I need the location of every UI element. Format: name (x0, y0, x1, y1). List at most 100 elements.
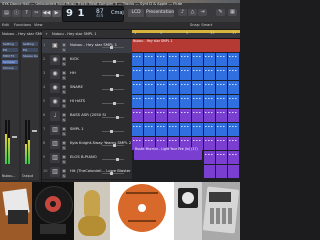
midi-region[interactable] (228, 123, 239, 136)
functions-menu[interactable]: Functions (14, 23, 31, 27)
midi-region[interactable] (204, 151, 215, 164)
eq-slot[interactable]: EQ (2, 48, 18, 52)
regions-canvas[interactable] (132, 53, 240, 182)
midi-region[interactable] (216, 151, 227, 164)
midi-region[interactable] (180, 67, 191, 80)
track-volume-slider[interactable] (102, 60, 124, 63)
region-purple[interactable]: Rustic Murmur - Light Your Fire (In) (17… (134, 147, 202, 160)
rewind-icon[interactable]: ◀◀ (42, 10, 51, 17)
volume-fader[interactable] (32, 130, 37, 132)
track-volume-slider[interactable] (102, 130, 124, 133)
solo-button[interactable]: S (62, 174, 66, 178)
track-volume-knob[interactable] (110, 88, 113, 91)
instrument-slot[interactable]: Sampler (2, 60, 18, 64)
track-volume-knob[interactable] (116, 116, 119, 119)
track-volume-slider[interactable] (102, 144, 124, 147)
solo-button[interactable]: S (62, 132, 66, 136)
midi-region[interactable] (204, 53, 215, 66)
midi-region[interactable] (216, 109, 227, 122)
mute-button[interactable]: M (62, 155, 66, 159)
midi-region[interactable] (216, 67, 227, 80)
presentation-button[interactable]: Presentation (146, 9, 174, 17)
mute-button[interactable]: M (62, 85, 66, 89)
midi-region[interactable] (204, 81, 215, 94)
midi-region[interactable] (144, 95, 155, 108)
bar-ruler[interactable]: 1 5 9 13 17 (132, 30, 240, 39)
solo-button[interactable]: S (62, 76, 66, 80)
tuner-icon[interactable]: ♪ (178, 9, 187, 16)
solo-button[interactable]: S (62, 104, 66, 108)
track-row[interactable]: 2 ◉ M S KICK (42, 53, 132, 68)
midi-region[interactable] (228, 67, 239, 80)
midi-region[interactable] (180, 95, 191, 108)
track-volume-knob[interactable] (113, 60, 116, 63)
midi-region[interactable] (168, 53, 179, 66)
mute-button[interactable]: M (62, 127, 66, 131)
track-volume-knob[interactable] (110, 172, 113, 175)
midi-region[interactable] (132, 109, 143, 122)
solo-button[interactable]: S (62, 90, 66, 94)
midi-region[interactable] (180, 81, 191, 94)
snap-menu[interactable]: Snap: Smart (190, 23, 212, 27)
midi-region[interactable] (168, 123, 179, 136)
track-volume-slider[interactable] (102, 102, 124, 105)
midi-region[interactable] (192, 109, 203, 122)
track-volume-knob[interactable] (113, 102, 116, 105)
track-volume-knob[interactable] (116, 74, 119, 77)
midi-region[interactable] (156, 67, 167, 80)
eq-slot[interactable]: EQ (22, 48, 38, 52)
mute-button[interactable]: M (62, 141, 66, 145)
lcd-display[interactable]: 9 1 87 4/4 Cmaj (62, 6, 124, 22)
track-volume-slider[interactable] (102, 88, 124, 91)
midi-region[interactable] (156, 123, 167, 136)
midi-region[interactable] (132, 67, 143, 80)
midi-region[interactable] (216, 81, 227, 94)
edit-menu[interactable]: Edit (2, 23, 9, 27)
library-icon[interactable]: ▤ (2, 10, 11, 17)
track-volume-knob[interactable] (110, 46, 113, 49)
midi-fx-slot[interactable]: MIDI FX (2, 54, 18, 58)
midi-region[interactable] (228, 137, 239, 150)
track-row[interactable]: 7 ▥ M S SMPL 1 (42, 123, 132, 138)
mute-button[interactable]: M (62, 71, 66, 75)
midi-region[interactable] (216, 165, 227, 178)
midi-region[interactable] (168, 95, 179, 108)
track-volume-knob[interactable] (113, 144, 116, 147)
count-in-icon[interactable]: ⇥ (198, 9, 207, 16)
midi-region[interactable] (228, 95, 239, 108)
arrange-area[interactable]: 1 5 9 13 17 Nubou - Hey star SMPL 1 Rust… (132, 30, 240, 182)
track-row[interactable]: 8 ▥ M S Kyla Knight-Sway Yearns SMPL 2 (42, 137, 132, 152)
mute-button[interactable]: M (62, 169, 66, 173)
midi-region[interactable] (228, 151, 239, 164)
track-row[interactable]: 10 ▥ M S Hit (TheColoniell... Lowe Blaster 3 (42, 165, 134, 180)
track-volume-knob[interactable] (110, 130, 113, 133)
midi-region[interactable] (228, 109, 239, 122)
midi-region[interactable] (216, 95, 227, 108)
view-menu[interactable]: View (34, 23, 43, 27)
midi-region[interactable] (156, 109, 167, 122)
midi-region[interactable] (132, 95, 143, 108)
setting-slot[interactable]: Setting (22, 42, 38, 46)
midi-region[interactable] (192, 67, 203, 80)
midi-region[interactable] (144, 53, 155, 66)
midi-region[interactable] (204, 67, 215, 80)
midi-region[interactable] (180, 109, 191, 122)
mute-button[interactable]: M (62, 43, 66, 47)
track-row[interactable]: 4 ◉ M S SNARE (42, 81, 132, 96)
midi-region[interactable] (216, 123, 227, 136)
output-slot[interactable]: Stereo Out (22, 54, 38, 58)
midi-region[interactable] (132, 53, 143, 66)
midi-region[interactable] (204, 95, 215, 108)
solo-button[interactable]: S (62, 160, 66, 164)
track-volume-slider[interactable] (102, 46, 124, 49)
midi-region[interactable] (168, 67, 179, 80)
track-row[interactable]: 1 ▣ M S Nubou - Hey star SMPL 1 (42, 39, 132, 54)
midi-region[interactable] (180, 53, 191, 66)
midi-region[interactable] (144, 109, 155, 122)
inspector-icon[interactable]: ⓘ (12, 10, 21, 17)
solo-button[interactable]: S (62, 62, 66, 66)
track-volume-knob[interactable] (116, 158, 119, 161)
track-volume-slider[interactable] (102, 116, 124, 119)
volume-fader[interactable] (12, 136, 17, 138)
play-icon[interactable]: ▶ (52, 10, 61, 17)
